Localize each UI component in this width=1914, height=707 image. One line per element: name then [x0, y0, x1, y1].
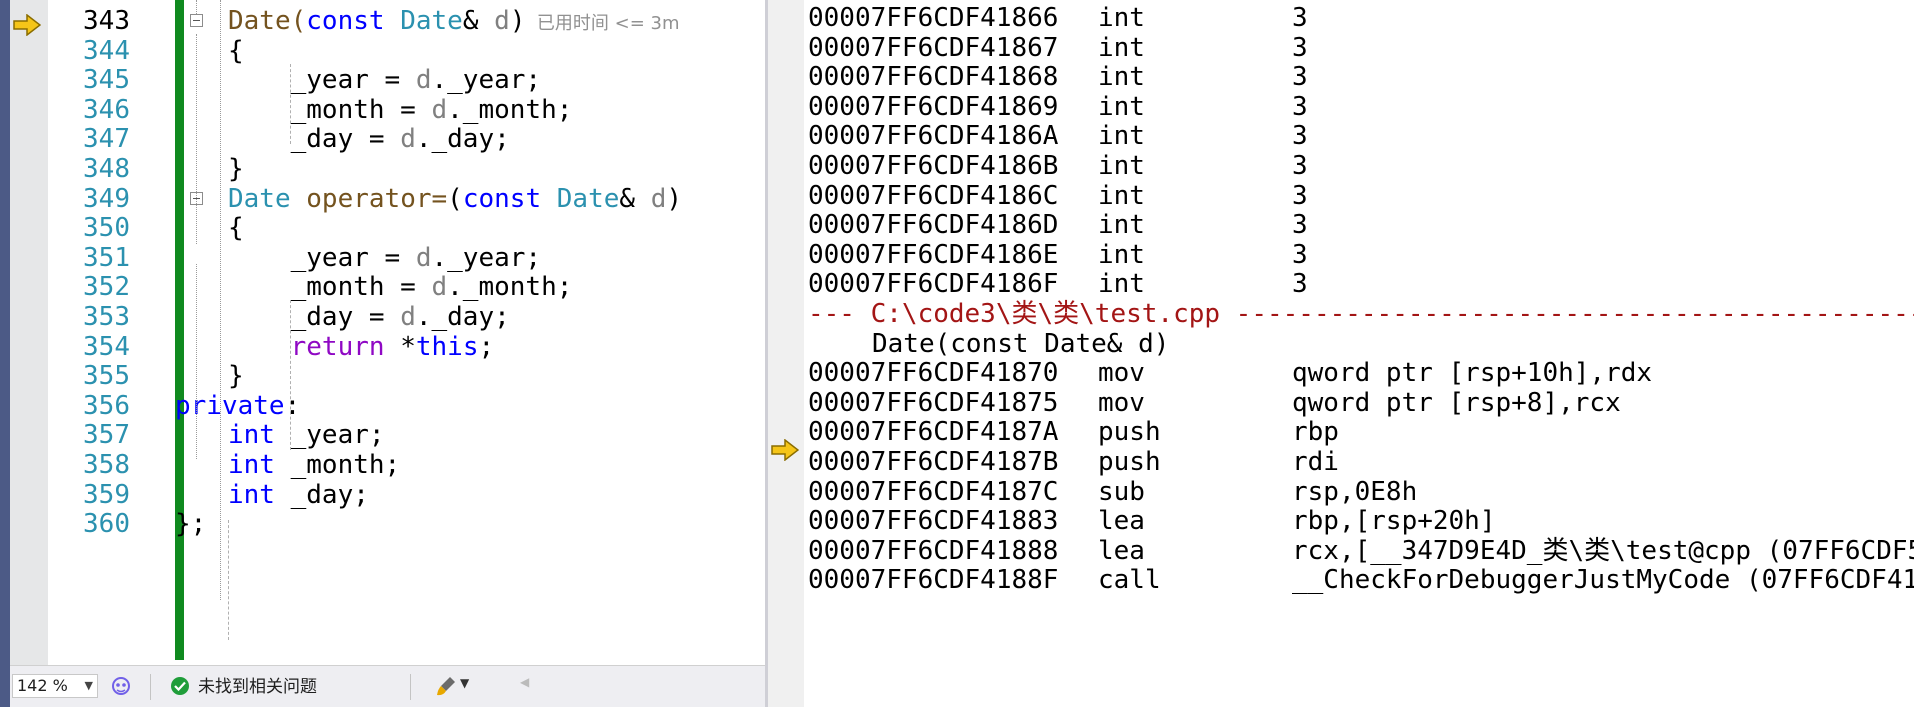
outline-line — [196, 0, 197, 14]
code-token: { — [228, 213, 244, 244]
chevron-down-icon: ▼ — [84, 679, 93, 692]
code-token: d — [431, 272, 448, 303]
editor-status-bar: 142 % ▼ 未找到相关问题 ▼ ◀ — [10, 665, 765, 707]
code-token: ; — [478, 331, 495, 362]
code-token: * — [384, 331, 416, 362]
code-token: _day; — [274, 479, 369, 510]
code-token: & — [462, 6, 495, 36]
current-statement-arrow-icon — [13, 14, 41, 36]
outline-line — [220, 0, 221, 600]
code-token: Date — [400, 6, 463, 36]
disassembly-window[interactable]: 00007FF6CDF41866 int 3 00007FF6CDF41867 int 3… — [768, 0, 1914, 707]
separator — [410, 674, 411, 700]
code-token: { — [228, 35, 244, 66]
code-token: _month; — [274, 450, 401, 480]
current-instruction-arrow-icon — [771, 439, 799, 461]
code-token: this — [415, 331, 479, 362]
code-token: ._day; — [415, 124, 510, 155]
perf-tip-hint[interactable]: 已用时间 <= 3m — [525, 13, 680, 34]
code-token: d — [431, 94, 448, 125]
code-token: Date — [556, 183, 620, 214]
code-text: }; — [175, 506, 206, 542]
code-line[interactable]: 360}; — [0, 506, 765, 542]
code-token: d — [494, 6, 510, 36]
instruction-address: 00007FF6CDF4188F — [808, 565, 1059, 596]
outline-line — [196, 34, 197, 244]
outline-line — [196, 264, 197, 459]
code-token: const — [462, 183, 542, 214]
collapse-region-icon[interactable] — [190, 14, 203, 27]
instruction-mnemonic: call — [1098, 565, 1161, 596]
check-circle-icon — [171, 677, 189, 695]
separator — [150, 674, 151, 700]
code-token: ) — [666, 183, 683, 214]
copilot-icon[interactable] — [110, 675, 132, 697]
disassembly-row[interactable]: 00007FF6CDF4188F call __CheckForDebuggerJu… — [768, 562, 1914, 598]
code-token: d — [650, 183, 667, 214]
code-token: _day = — [228, 302, 401, 332]
code-token: _month = — [228, 272, 432, 303]
code-token: _year = — [228, 65, 416, 96]
code-token: Date — [228, 183, 291, 214]
code-token: _month = — [228, 94, 432, 125]
line-number: 360 — [83, 509, 130, 540]
code-token: Date( — [228, 6, 307, 36]
instruction-operands: __CheckForDebuggerJustMyCode (07FF6CDF41… — [1292, 565, 1914, 596]
zoom-dropdown[interactable]: 142 % ▼ — [12, 674, 98, 698]
code-token: private — [175, 390, 285, 421]
code-token: _day = — [228, 124, 401, 155]
code-token: & — [619, 183, 651, 214]
code-token: }; — [175, 509, 207, 540]
code-token: _year = — [228, 242, 416, 273]
code-token: d — [400, 124, 416, 155]
code-token: ._year; — [431, 65, 542, 96]
code-token: const — [306, 6, 385, 36]
indent-guide — [290, 300, 291, 450]
code-token: } — [228, 361, 244, 392]
code-token: ._month; — [447, 94, 573, 125]
code-token: int — [228, 479, 275, 510]
brush-icon[interactable] — [435, 675, 457, 697]
code-token: operator= — [306, 183, 448, 214]
indent-guide — [228, 520, 229, 640]
code-token: ( — [447, 183, 463, 214]
code-token: int — [228, 420, 275, 451]
code-token: ) — [509, 6, 526, 36]
code-token: d — [415, 242, 432, 273]
zoom-level: 142 % — [17, 676, 68, 695]
indent-guide — [290, 64, 291, 144]
chevron-down-icon[interactable]: ▼ — [460, 676, 469, 690]
issues-status-text[interactable]: 未找到相关问题 — [198, 675, 317, 699]
code-editor[interactable]: 343 Date(const Date& d) 已用时间 <= 3m 344{345… — [0, 0, 765, 707]
code-token: return — [290, 331, 385, 362]
code-token: d — [400, 302, 416, 332]
scroll-left-icon[interactable]: ◀ — [520, 675, 529, 689]
code-token: ._day; — [415, 302, 510, 332]
code-token: ._year; — [431, 242, 542, 273]
code-token: _year; — [274, 420, 385, 451]
code-token: : — [284, 390, 301, 421]
code-token: int — [228, 450, 275, 480]
code-token: ._month; — [447, 272, 573, 303]
code-token: } — [228, 154, 244, 184]
code-token: d — [415, 65, 432, 96]
